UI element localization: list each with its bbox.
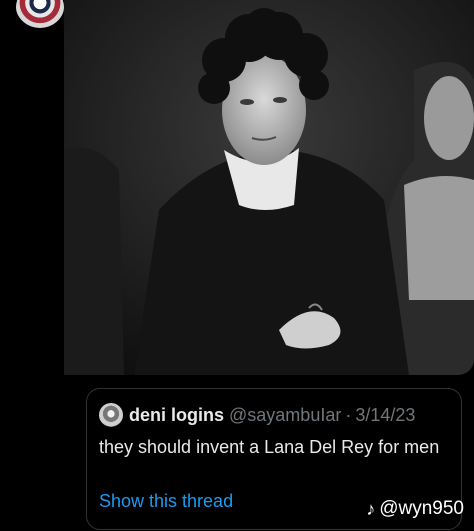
tweet-media-photo[interactable]	[64, 0, 474, 375]
quoted-tweet-header: deni logins @sayambuIar · 3/14/23	[99, 403, 453, 427]
quote-author-name[interactable]: deni logins	[129, 405, 224, 426]
show-thread-link[interactable]: Show this thread	[99, 491, 233, 512]
profile-avatar[interactable]	[16, 0, 64, 28]
watermark-username: @wyn950	[379, 498, 464, 519]
tiktok-icon: ♪	[366, 498, 376, 519]
header-separator: ·	[345, 404, 352, 425]
photo-illustration	[64, 0, 474, 375]
quoted-tweet-text: they should invent a Lana Del Rey for me…	[99, 437, 440, 457]
quote-author-handle[interactable]: @sayambuIar	[229, 405, 341, 426]
quote-author-avatar[interactable]	[99, 403, 123, 427]
quote-date[interactable]: 3/14/23	[355, 405, 415, 426]
tiktok-watermark: ♪ @wyn950	[366, 498, 464, 520]
